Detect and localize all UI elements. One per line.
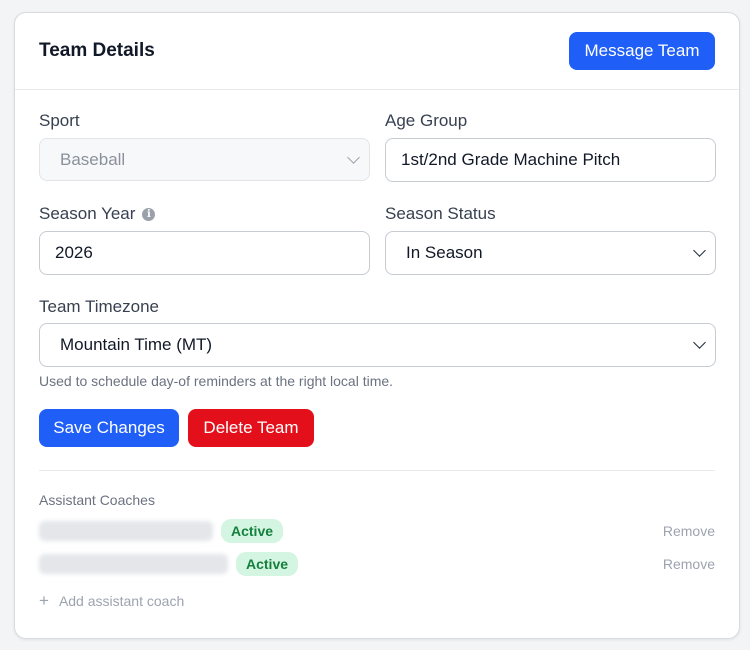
team-details-card: Team Details Message Team Sport Baseball…: [14, 12, 740, 639]
chevron-down-icon: [347, 150, 360, 164]
list-item: Active Remove: [39, 519, 715, 543]
chevron-down-icon: [693, 336, 706, 349]
info-icon[interactable]: i: [142, 207, 156, 221]
sport-label-text: Sport: [39, 111, 80, 130]
status-badge: Active: [236, 552, 299, 576]
page-title: Team Details: [39, 40, 155, 61]
season-status-select[interactable]: In Season: [385, 231, 716, 275]
season-year-input[interactable]: 2026: [39, 231, 370, 275]
season-status-label-text: Season Status: [385, 204, 496, 223]
message-team-button[interactable]: Message Team: [569, 32, 715, 70]
age-group-label-text: Age Group: [385, 111, 468, 130]
timezone-help-text: Used to schedule day-of reminders at the…: [39, 373, 394, 389]
remove-coach-button[interactable]: Remove: [663, 523, 715, 539]
coach-email-redacted: [39, 521, 213, 541]
assistant-coaches-title: Assistant Coaches: [39, 492, 155, 508]
age-group-value: 1st/2nd Grade Machine Pitch: [401, 150, 621, 169]
timezone-label-text: Team Timezone: [39, 297, 159, 316]
season-status-value: In Season: [406, 243, 483, 262]
season-year-label-text: Season Year: [39, 204, 136, 223]
add-assistant-coach-label: Add assistant coach: [58, 592, 185, 609]
season-year-value: 2026: [55, 243, 93, 262]
timezone-select[interactable]: Mountain Time (MT): [39, 323, 716, 367]
age-group-label: Age Group: [385, 111, 467, 131]
divider: [39, 470, 715, 471]
age-group-input[interactable]: 1st/2nd Grade Machine Pitch: [385, 138, 716, 182]
timezone-value: Mountain Time (MT): [60, 335, 213, 354]
card-header: Team Details Message Team: [15, 13, 739, 90]
sport-value: Baseball: [60, 149, 126, 169]
plus-icon: +: [39, 591, 49, 610]
remove-coach-button[interactable]: Remove: [663, 556, 715, 572]
status-badge: Active: [221, 519, 284, 543]
sport-select: Baseball: [39, 138, 370, 181]
coach-email-redacted: [39, 554, 228, 574]
delete-team-button[interactable]: Delete Team: [188, 409, 314, 447]
add-assistant-coach-button[interactable]: + Add assistant coach: [39, 592, 184, 609]
chevron-down-icon: [693, 244, 706, 257]
sport-label: Sport: [39, 111, 80, 131]
timezone-label: Team Timezone: [39, 297, 159, 317]
season-status-label: Season Status: [385, 204, 496, 224]
season-year-label: Season Year i: [39, 204, 156, 224]
save-changes-button[interactable]: Save Changes: [39, 409, 179, 447]
list-item: Active Remove: [39, 552, 715, 576]
